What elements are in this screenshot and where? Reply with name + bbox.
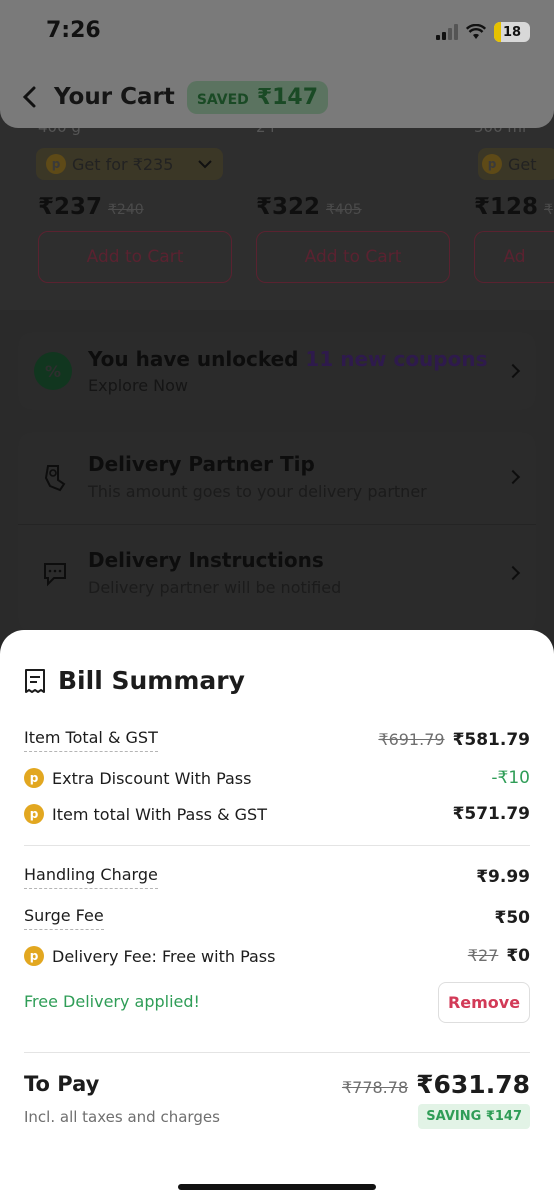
extra-discount-row: p Extra Discount With Pass -₹10	[24, 768, 530, 788]
delivery-instructions-subtitle: Delivery partner will be notified	[88, 578, 342, 597]
chevron-right-icon	[505, 565, 521, 581]
delivery-fee-label: p Delivery Fee: Free with Pass	[24, 946, 275, 966]
price-original: ₹240	[108, 202, 144, 218]
item-total-label[interactable]: Item Total & GST	[24, 728, 158, 752]
bill-summary-header: Bill Summary	[24, 666, 245, 695]
status-time: 7:26	[46, 18, 101, 43]
pass-total-text: Item total With Pass & GST	[52, 804, 267, 824]
divider	[24, 1052, 530, 1053]
coupon-count: 11 new coupons	[305, 347, 488, 371]
product-price: ₹128 ₹	[474, 194, 553, 220]
battery-icon: 18	[494, 22, 530, 42]
pass-price-text: Get	[508, 154, 537, 174]
add-to-cart-button[interactable]: Add to Cart	[38, 231, 232, 283]
delivery-fee-original: ₹27	[467, 946, 499, 965]
pass-coin-icon: p	[24, 804, 44, 824]
remove-button[interactable]: Remove	[438, 982, 530, 1023]
to-pay-value: ₹778.78 ₹631.78	[342, 1070, 530, 1099]
coupon-subtitle: Explore Now	[88, 376, 188, 395]
delivery-fee-text: Delivery Fee: Free with Pass	[52, 946, 276, 966]
handling-charge-label[interactable]: Handling Charge	[24, 865, 158, 889]
delivery-fee-amount: ₹0	[506, 946, 530, 966]
handling-charge-value: ₹9.99	[476, 867, 530, 887]
divider	[24, 845, 530, 846]
pass-total-label: p Item total With Pass & GST	[24, 804, 267, 824]
page-title: Your Cart	[54, 84, 175, 110]
chevron-down-icon	[198, 160, 213, 169]
product-price: ₹237 ₹240	[38, 194, 144, 220]
bill-summary-sheet: Bill Summary Item Total & GST ₹691.79 ₹5…	[0, 630, 554, 1200]
delivery-instructions-title: Delivery Instructions	[88, 548, 324, 572]
item-total-row: Item Total & GST ₹691.79 ₹581.79	[24, 728, 530, 752]
battery-level: 18	[502, 24, 522, 40]
to-pay-original: ₹778.78	[341, 1078, 409, 1097]
pass-total-row: p Item total With Pass & GST ₹571.79	[24, 804, 530, 824]
extra-discount-label: p Extra Discount With Pass	[24, 768, 251, 788]
extra-discount-amount: -₹10	[491, 768, 530, 788]
handling-charge-row: Handling Charge ₹9.99	[24, 865, 530, 889]
price-current: ₹237	[38, 194, 103, 220]
divider	[18, 524, 536, 525]
delivery-tip-row[interactable]: Delivery Partner Tip This amount goes to…	[18, 432, 536, 524]
delivery-tip-subtitle: This amount goes to your delivery partne…	[88, 482, 427, 501]
status-icons: 18	[436, 22, 530, 42]
delivery-fee-value: ₹27 ₹0	[468, 946, 530, 966]
item-total-amount: ₹581.79	[452, 730, 530, 750]
tip-icon	[44, 465, 66, 492]
sheet-title: Bill Summary	[58, 666, 245, 695]
coupon-title: You have unlocked 11 new coupons	[88, 347, 488, 371]
saved-badge: SAVED ₹147	[186, 80, 329, 114]
saved-label: SAVED	[196, 91, 249, 108]
pass-total-value: ₹571.79	[453, 804, 530, 824]
pass-coin-icon: p	[24, 768, 44, 788]
coupon-title-prefix: You have unlocked	[88, 347, 306, 371]
to-pay-amount: ₹631.78	[416, 1070, 530, 1099]
saving-badge: SAVING ₹147	[418, 1104, 530, 1129]
pass-total-amount: ₹571.79	[452, 804, 530, 824]
pass-price-text: Get for ₹235	[72, 154, 174, 174]
extra-discount-text: Extra Discount With Pass	[52, 768, 252, 788]
signal-icon	[436, 24, 458, 40]
price-current: ₹322	[256, 194, 321, 220]
surge-fee-amount: ₹50	[494, 908, 531, 928]
delivery-instructions-row[interactable]: Delivery Instructions Delivery partner w…	[18, 528, 536, 620]
price-original: ₹	[544, 202, 553, 218]
surge-fee-value: ₹50	[495, 908, 531, 928]
pass-coin-icon: p	[46, 154, 66, 174]
message-icon	[44, 563, 66, 587]
pass-price-chip[interactable]: p Get	[478, 148, 554, 180]
saved-amount: ₹147	[256, 84, 319, 110]
pass-price-chip[interactable]: p Get for ₹235	[36, 148, 224, 180]
status-bar: 7:26 18	[0, 0, 554, 66]
handling-charge-amount: ₹9.99	[476, 867, 530, 887]
add-to-cart-button[interactable]: Ad	[474, 231, 554, 283]
receipt-icon	[25, 668, 45, 693]
item-total-original: ₹691.79	[378, 730, 445, 749]
price-current: ₹128	[474, 194, 539, 220]
chevron-right-icon	[505, 363, 521, 379]
surge-fee-label[interactable]: Surge Fee	[24, 906, 104, 930]
pass-coin-icon: p	[482, 154, 502, 174]
coupons-card[interactable]: % You have unlocked 11 new coupons Explo…	[18, 332, 536, 410]
price-original: ₹405	[326, 202, 362, 218]
cart-header: Your Cart SAVED ₹147	[0, 66, 554, 128]
pass-coin-icon: p	[24, 946, 44, 966]
home-indicator[interactable]	[178, 1184, 376, 1190]
wifi-icon	[466, 24, 486, 39]
item-total-value: ₹691.79 ₹581.79	[378, 730, 530, 750]
delivery-options-card: Delivery Partner Tip This amount goes to…	[18, 432, 536, 632]
delivery-tip-title: Delivery Partner Tip	[88, 452, 315, 476]
to-pay-label: To Pay	[24, 1072, 100, 1096]
add-to-cart-button[interactable]: Add to Cart	[256, 231, 450, 283]
extra-discount-value: -₹10	[491, 768, 530, 788]
chevron-right-icon	[505, 469, 521, 485]
free-delivery-text: Free Delivery applied!	[24, 992, 200, 1011]
back-arrow-icon[interactable]	[18, 86, 40, 108]
to-pay-subtitle: Incl. all taxes and charges	[24, 1108, 220, 1126]
coupon-percent-icon: %	[34, 352, 72, 390]
surge-fee-row: Surge Fee ₹50	[24, 906, 530, 930]
product-price: ₹322 ₹405	[256, 194, 362, 220]
delivery-fee-row: p Delivery Fee: Free with Pass ₹27 ₹0	[24, 946, 530, 966]
